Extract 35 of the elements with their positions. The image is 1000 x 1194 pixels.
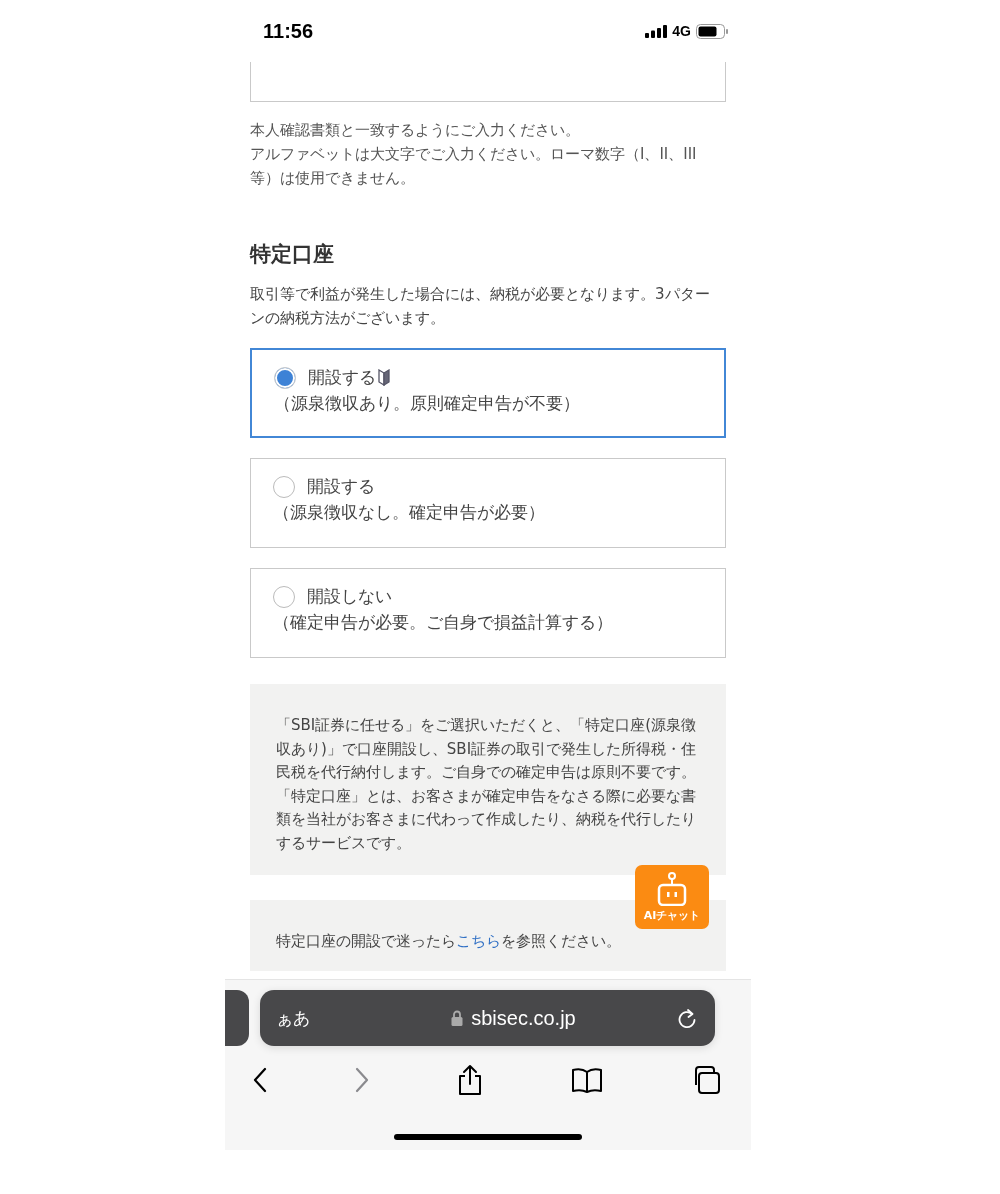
- section-description: 取引等で利益が発生した場合には、納税が必要となります。3パターンの納税方法がございます。: [250, 284, 711, 329]
- help-text: 特定口座の開設で迷ったら こちら を参照ください。: [276, 932, 622, 951]
- robot-icon: [657, 871, 687, 906]
- option-label: 開設しない: [307, 585, 392, 608]
- battery-icon: [696, 23, 729, 39]
- tab-preview[interactable]: [225, 990, 249, 1046]
- option-detail: （源泉徴収なし。確定申告が必要）: [273, 501, 546, 524]
- help-link[interactable]: こちら: [456, 932, 501, 950]
- info-text: 「特定口座」とは、お客さまが確定申告をなさる際に必要な書類を当社がお客さまに代わって作成したり、納税を代行したりするサービスです。: [276, 785, 697, 854]
- hint-text: アルファベットは大文字でご入力ください。ローマ数字（I、II、III等）は使用できません。: [250, 144, 698, 189]
- share-icon[interactable]: [457, 1064, 483, 1096]
- option-label: 開設する: [307, 475, 375, 498]
- radio-button[interactable]: [273, 585, 295, 608]
- reload-icon[interactable]: [677, 1007, 697, 1029]
- url-text: sbisec.co.jp: [471, 1006, 576, 1030]
- radio-button[interactable]: [273, 475, 295, 498]
- option-detail: （源泉徴収あり。原則確定申告が不要）: [274, 392, 581, 415]
- option-detail: （確定申告が必要。ご自身で損益計算する）: [273, 611, 614, 634]
- bookmarks-icon[interactable]: [571, 1067, 603, 1093]
- radio-option[interactable]: 開設しない （確定申告が必要。ご自身で損益計算する）: [250, 568, 726, 658]
- clock-time: 11:56: [263, 19, 314, 43]
- info-text: 「SBI証券に任せる」をご選択いただくと、「特定口座(源泉徴収あり)」で口座開設し、SBI証券の取引で発生した所得税・住民税を代行納付します。ご自身での確定申告は原則不要です。: [276, 715, 698, 783]
- lock-icon: [451, 1010, 464, 1026]
- radio-option[interactable]: 開設する （源泉徴収なし。確定申告が必要）: [250, 458, 726, 548]
- section-title: 特定口座: [250, 241, 335, 268]
- signal-icon: [645, 24, 668, 38]
- option-label: 開設する: [308, 366, 376, 389]
- network-label: 4G: [672, 23, 691, 39]
- hint-text: 本人確認書類と一致するようにご入力ください。: [250, 120, 581, 141]
- text-size-button[interactable]: ぁあ: [276, 1006, 310, 1030]
- address-bar[interactable]: ぁあ sbisec.co.jp: [260, 990, 715, 1046]
- radio-button[interactable]: [274, 366, 296, 389]
- radio-option[interactable]: 開設する （源泉徴収あり。原則確定申告が不要）: [250, 348, 726, 438]
- forward-icon[interactable]: [355, 1067, 369, 1093]
- back-icon[interactable]: [253, 1067, 267, 1093]
